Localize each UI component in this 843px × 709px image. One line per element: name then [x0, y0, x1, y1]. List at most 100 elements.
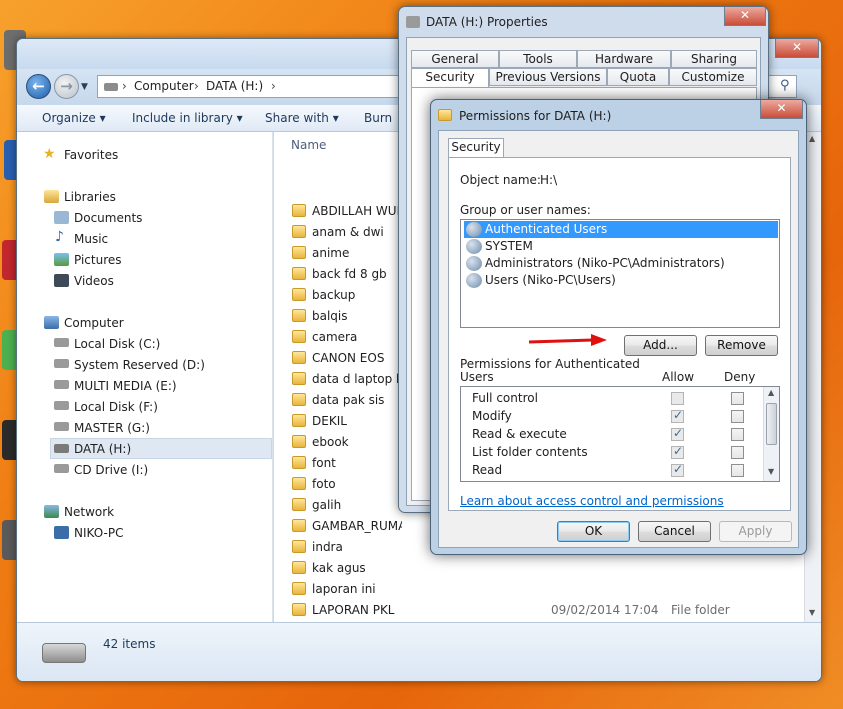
organize-menu[interactable]: Organize ▾ [42, 111, 106, 125]
folder-icon [292, 393, 306, 406]
status-bar: 42 items [17, 622, 821, 681]
file-name: CANON EOS [312, 351, 385, 365]
column-header-name[interactable]: Name [291, 138, 326, 152]
user-row-system[interactable]: SYSTEM [464, 238, 778, 255]
nav-libraries[interactable]: Libraries [64, 190, 116, 204]
deny-checkbox[interactable] [731, 392, 744, 405]
recent-pages-chevron-icon[interactable]: ▼ [81, 82, 88, 92]
properties-close-button[interactable]: ✕ [724, 7, 766, 26]
folder-icon [292, 603, 306, 616]
file-name: ebook [312, 435, 349, 449]
nav-drive-h-selected[interactable]: DATA (H:) [50, 438, 272, 459]
tab-hardware[interactable]: Hardware [577, 50, 671, 68]
nav-drive-i[interactable]: CD Drive (I:) [74, 463, 148, 477]
file-name: camera [312, 330, 358, 344]
nav-niko-pc[interactable]: NIKO-PC [74, 526, 123, 540]
scroll-down-icon[interactable]: ▼ [809, 608, 815, 617]
breadcrumb-computer[interactable]: Computer [134, 79, 194, 93]
file-name: backup [312, 288, 356, 302]
allow-checkbox[interactable] [671, 426, 684, 441]
tab-security[interactable]: Security [411, 68, 489, 88]
file-name: laporan ini [312, 582, 376, 596]
tab-previous-versions[interactable]: Previous Versions [489, 68, 607, 86]
folder-icon [292, 561, 306, 574]
nav-favorites[interactable]: Favorites [64, 148, 118, 162]
tab-quota[interactable]: Quota [607, 68, 669, 86]
scroll-up-icon[interactable]: ▲ [768, 388, 774, 397]
navigation-pane: ★ Favorites Libraries Documents ♪ Music … [17, 132, 273, 622]
tab-sharing[interactable]: Sharing [671, 50, 757, 68]
include-in-library-menu[interactable]: Include in library ▾ [132, 111, 243, 125]
permission-name: Modify [472, 409, 512, 423]
drive-c-icon [54, 338, 69, 347]
file-date: 09/02/2014 17:04 [551, 603, 659, 617]
allow-checkbox[interactable] [671, 408, 684, 423]
user-group-icon [466, 256, 482, 271]
documents-icon [54, 211, 69, 224]
file-name: kak agus [312, 561, 366, 575]
file-row[interactable]: LAPORAN PKL 09/02/2014 17:04 File folder [274, 600, 804, 621]
deny-checkbox[interactable] [731, 410, 744, 423]
search-icon[interactable]: ⚲ [780, 78, 790, 93]
access-control-help-link[interactable]: Learn about access control and permissio… [460, 494, 724, 508]
file-name: data pak sis [312, 393, 385, 407]
back-button[interactable]: ← [26, 74, 51, 99]
allow-checkbox[interactable] [671, 462, 684, 477]
nav-documents[interactable]: Documents [74, 211, 142, 225]
file-name: indra [312, 540, 343, 554]
user-list[interactable]: Authenticated Users SYSTEM Administrator… [460, 219, 780, 328]
nav-videos[interactable]: Videos [74, 274, 114, 288]
permissions-tab-security[interactable]: Security [448, 138, 504, 158]
share-with-menu[interactable]: Share with ▾ [265, 111, 339, 125]
file-row[interactable]: kak agus [274, 558, 804, 579]
forward-button[interactable]: → [54, 74, 79, 99]
folder-icon [292, 267, 306, 280]
tab-customize[interactable]: Customize [669, 68, 757, 86]
file-name: foto [312, 477, 336, 491]
permissions-grid-scrollbar[interactable]: ▲ ▼ [763, 387, 779, 481]
allow-checkbox[interactable] [671, 444, 684, 459]
object-name-value: H:\ [540, 173, 558, 187]
user-row-administrators[interactable]: Administrators (Niko-PC\Administrators) [464, 255, 778, 272]
deny-checkbox[interactable] [731, 464, 744, 477]
nav-drive-e[interactable]: MULTI MEDIA (E:) [74, 379, 177, 393]
add-button[interactable]: Add... [624, 335, 697, 356]
scroll-up-icon[interactable]: ▲ [809, 134, 815, 143]
nav-network[interactable]: Network [64, 505, 114, 519]
nav-drive-c[interactable]: Local Disk (C:) [74, 337, 160, 351]
explorer-close-button[interactable]: ✕ [775, 39, 819, 58]
user-row-users[interactable]: Users (Niko-PC\Users) [464, 272, 778, 289]
user-row-authenticated[interactable]: Authenticated Users [464, 221, 778, 238]
apply-button[interactable]: Apply [719, 521, 792, 542]
deny-checkbox[interactable] [731, 428, 744, 441]
tab-general[interactable]: General [411, 50, 499, 68]
cancel-button[interactable]: Cancel [638, 521, 711, 542]
ok-button[interactable]: OK [557, 521, 630, 542]
permissions-for-label-line2: Users [460, 370, 494, 384]
nav-drive-d[interactable]: System Reserved (D:) [74, 358, 205, 372]
folder-icon [292, 477, 306, 490]
breadcrumb-separator-icon: › [122, 79, 127, 93]
file-row[interactable]: laporan ini [274, 579, 804, 600]
nav-music[interactable]: Music [74, 232, 108, 246]
scroll-down-icon[interactable]: ▼ [768, 467, 774, 476]
scroll-thumb[interactable] [766, 403, 777, 445]
folder-icon [292, 414, 306, 427]
permissions-grid: Full control Modify Read & execute List fol… [460, 386, 780, 482]
file-name: anam & dwi [312, 225, 384, 239]
remove-button[interactable]: Remove [705, 335, 778, 356]
breadcrumb-separator-icon: › [271, 79, 276, 93]
allow-checkbox[interactable] [671, 392, 684, 405]
burn-button[interactable]: Burn [364, 111, 392, 125]
nav-drive-f[interactable]: Local Disk (F:) [74, 400, 158, 414]
nav-computer[interactable]: Computer [64, 316, 124, 330]
permissions-close-button[interactable]: ✕ [760, 100, 803, 119]
user-name: SYSTEM [485, 239, 533, 253]
tab-tools[interactable]: Tools [499, 50, 577, 68]
object-name-label: Object name: [460, 173, 541, 187]
breadcrumb-data-drive[interactable]: DATA (H:) [206, 79, 263, 93]
nav-pictures[interactable]: Pictures [74, 253, 122, 267]
nav-drive-g[interactable]: MASTER (G:) [74, 421, 150, 435]
file-name: back fd 8 gb [312, 267, 387, 281]
deny-checkbox[interactable] [731, 446, 744, 459]
